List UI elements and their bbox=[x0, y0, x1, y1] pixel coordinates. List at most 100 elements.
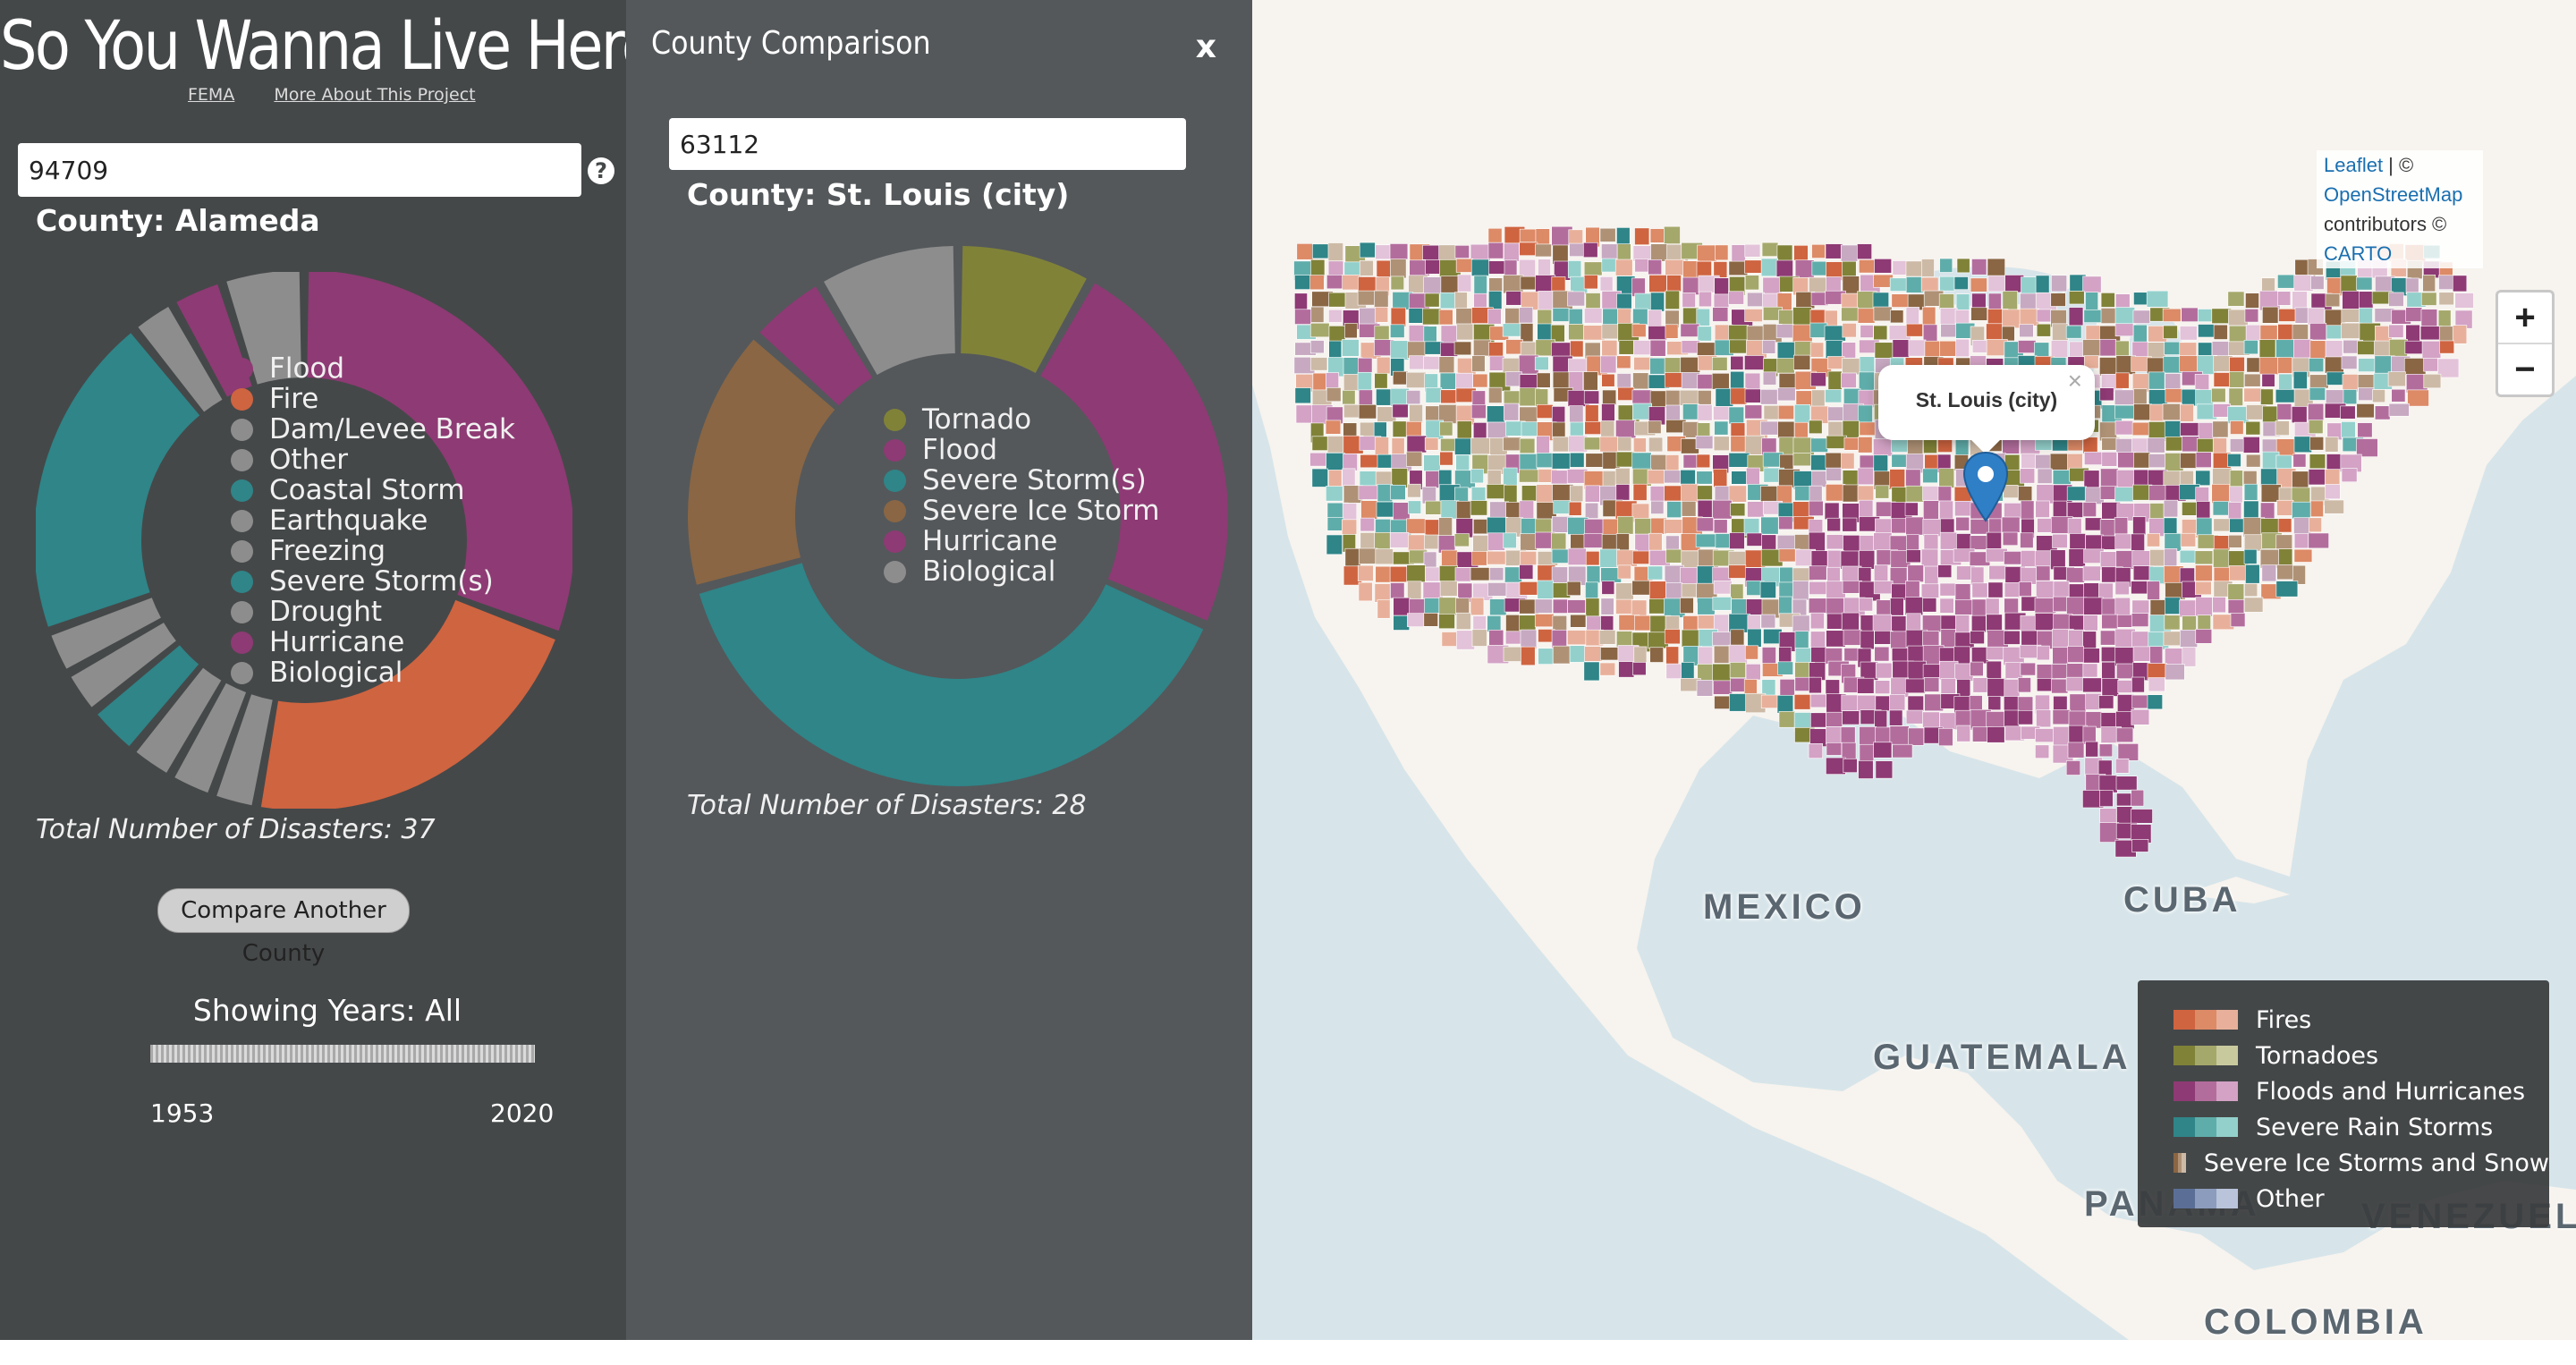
donut-slice[interactable] bbox=[36, 333, 200, 627]
county-region[interactable] bbox=[1502, 357, 1521, 375]
county-region[interactable] bbox=[1859, 597, 1873, 612]
county-region[interactable] bbox=[1746, 598, 1764, 615]
county-region[interactable] bbox=[1649, 339, 1666, 357]
county-region[interactable] bbox=[1377, 484, 1394, 503]
county-region[interactable] bbox=[2356, 403, 2375, 419]
county-region[interactable] bbox=[2307, 403, 2325, 423]
county-region[interactable] bbox=[2131, 631, 2150, 648]
county-region[interactable] bbox=[2309, 386, 2326, 401]
county-region[interactable] bbox=[1390, 484, 1406, 500]
county-region[interactable] bbox=[2439, 340, 2455, 354]
county-region[interactable] bbox=[1360, 517, 1376, 532]
county-region[interactable] bbox=[2309, 323, 2327, 341]
county-region[interactable] bbox=[2114, 323, 2134, 337]
county-region[interactable] bbox=[1505, 291, 1522, 306]
county-region[interactable] bbox=[1584, 646, 1603, 662]
county-region[interactable] bbox=[1392, 403, 1409, 419]
county-region[interactable] bbox=[1760, 694, 1778, 708]
county-region[interactable] bbox=[2018, 486, 2033, 502]
county-region[interactable] bbox=[2069, 693, 2087, 714]
county-region[interactable] bbox=[1809, 420, 1823, 435]
county-region[interactable] bbox=[2131, 533, 2145, 554]
county-region[interactable] bbox=[1875, 485, 1890, 499]
county-region[interactable] bbox=[1470, 469, 1484, 484]
county-region[interactable] bbox=[2068, 291, 2085, 305]
county-region[interactable] bbox=[1601, 258, 1617, 273]
county-region[interactable] bbox=[2131, 708, 2150, 725]
county-region[interactable] bbox=[1470, 259, 1489, 276]
county-region[interactable] bbox=[2277, 357, 2292, 374]
county-region[interactable] bbox=[1809, 676, 1822, 694]
county-region[interactable] bbox=[1922, 486, 1939, 501]
county-region[interactable] bbox=[1873, 532, 1893, 551]
county-region[interactable] bbox=[2114, 581, 2130, 596]
county-region[interactable] bbox=[2405, 277, 2419, 294]
county-region[interactable] bbox=[1730, 583, 1744, 599]
county-region[interactable] bbox=[1392, 420, 1407, 437]
county-region[interactable] bbox=[2246, 454, 2261, 468]
county-region[interactable] bbox=[1358, 547, 1378, 564]
county-region[interactable] bbox=[2114, 533, 2134, 550]
county-region[interactable] bbox=[1744, 372, 1761, 390]
county-region[interactable] bbox=[1744, 243, 1761, 258]
county-region[interactable] bbox=[1344, 547, 1361, 568]
county-region[interactable] bbox=[1972, 677, 1988, 693]
county-region[interactable] bbox=[1614, 467, 1631, 488]
county-region[interactable] bbox=[1904, 597, 1924, 616]
county-region[interactable] bbox=[2164, 548, 2178, 567]
county-region[interactable] bbox=[2454, 292, 2474, 309]
county-region[interactable] bbox=[2100, 630, 2118, 646]
county-region[interactable] bbox=[2275, 534, 2293, 550]
county-region[interactable] bbox=[1551, 453, 1571, 470]
county-region[interactable] bbox=[1811, 243, 1826, 259]
county-region[interactable] bbox=[2388, 292, 2404, 307]
county-region[interactable] bbox=[2405, 307, 2423, 322]
county-region[interactable] bbox=[1874, 342, 1894, 359]
county-region[interactable] bbox=[1923, 500, 1939, 521]
county-region[interactable] bbox=[1873, 454, 1888, 472]
county-region[interactable] bbox=[1342, 339, 1360, 357]
county-region[interactable] bbox=[2098, 582, 2114, 599]
county-region[interactable] bbox=[1843, 437, 1860, 451]
county-region[interactable] bbox=[2179, 549, 2197, 564]
county-region[interactable] bbox=[1778, 516, 1793, 530]
county-region[interactable] bbox=[2195, 452, 2212, 468]
county-region[interactable] bbox=[1343, 261, 1363, 277]
county-region[interactable] bbox=[1632, 483, 1648, 501]
county-region[interactable] bbox=[2068, 629, 2085, 648]
county-region[interactable] bbox=[1487, 405, 1505, 423]
county-region[interactable] bbox=[1728, 644, 1748, 665]
county-region[interactable] bbox=[1519, 581, 1541, 596]
county-region[interactable] bbox=[1360, 454, 1381, 469]
county-region[interactable] bbox=[1425, 259, 1441, 275]
county-region[interactable] bbox=[1922, 711, 1940, 728]
county-region[interactable] bbox=[2020, 532, 2034, 548]
county-region[interactable] bbox=[2212, 468, 2233, 487]
county-region[interactable] bbox=[2196, 438, 2214, 453]
county-region[interactable] bbox=[2098, 743, 2113, 758]
county-region[interactable] bbox=[1728, 485, 1747, 503]
county-region[interactable] bbox=[1697, 326, 1712, 342]
county-region[interactable] bbox=[1793, 354, 1811, 370]
county-region[interactable] bbox=[1359, 242, 1376, 259]
county-region[interactable] bbox=[1566, 581, 1581, 596]
county-region[interactable] bbox=[2179, 403, 2194, 422]
county-region[interactable] bbox=[1873, 438, 1893, 457]
county-region[interactable] bbox=[1971, 582, 1988, 598]
county-region[interactable] bbox=[2195, 389, 2214, 407]
county-region[interactable] bbox=[2165, 664, 2185, 681]
county-region[interactable] bbox=[1920, 276, 1939, 292]
county-region[interactable] bbox=[1664, 629, 1681, 645]
county-region[interactable] bbox=[1920, 548, 1939, 568]
county-region[interactable] bbox=[1585, 581, 1599, 599]
county-region[interactable] bbox=[1810, 712, 1826, 728]
county-region[interactable] bbox=[2052, 647, 2069, 665]
county-region[interactable] bbox=[1406, 371, 1427, 388]
county-region[interactable] bbox=[1631, 452, 1652, 471]
county-region[interactable] bbox=[2196, 501, 2211, 521]
county-region[interactable] bbox=[2310, 276, 2325, 290]
county-region[interactable] bbox=[1792, 324, 1813, 343]
county-region[interactable] bbox=[1825, 243, 1843, 259]
county-region[interactable] bbox=[1762, 371, 1777, 386]
county-region[interactable] bbox=[1680, 598, 1694, 614]
